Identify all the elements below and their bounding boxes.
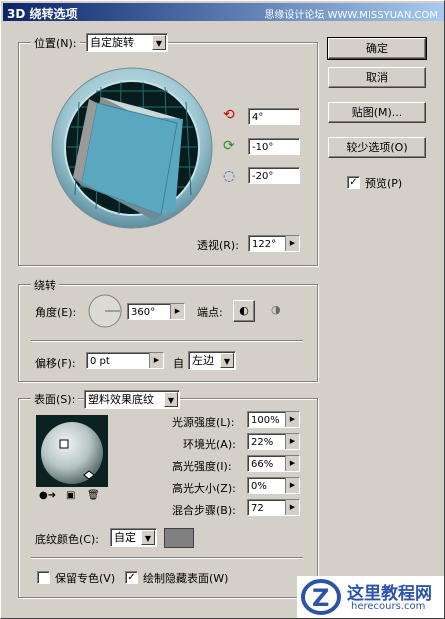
- dialog-window: 3D 绕转选项 思缘设计论坛 WWW.MISSYUAN.COM 位置(N): 自…: [0, 0, 445, 619]
- spin-arrow-icon[interactable]: ▶: [285, 456, 299, 471]
- spin-arrow-icon[interactable]: ▶: [285, 434, 299, 449]
- highlight-size-field[interactable]: 0% ▶: [247, 477, 300, 494]
- blend-steps-label: 混合步骤(B):: [172, 504, 236, 517]
- ambient-field[interactable]: 22% ▶: [247, 433, 300, 450]
- title-bar: 3D 绕转选项 思缘设计论坛 WWW.MISSYUAN.COM: [3, 3, 444, 21]
- blend-steps-field[interactable]: 72 ▶: [247, 499, 300, 516]
- perspective-field[interactable]: 122° ▶: [248, 235, 300, 252]
- spin-arrow-icon[interactable]: ▶: [285, 478, 299, 493]
- highlight-intensity-field[interactable]: 66% ▶: [247, 455, 300, 472]
- chevron-down-icon[interactable]: ▼: [164, 392, 178, 407]
- from-label: 自: [173, 357, 184, 370]
- preserve-spot-label: 保留专色(V): [55, 572, 116, 585]
- separator: [31, 557, 303, 559]
- angle-label: 角度(E):: [35, 306, 77, 319]
- surface-select[interactable]: 塑料效果底纹 ▼: [84, 390, 180, 409]
- angle-dial[interactable]: [87, 293, 123, 329]
- logo-z-icon: Z: [301, 579, 341, 615]
- highlight-size-label: 高光大小(Z):: [172, 482, 236, 495]
- surface-label: 表面(S):: [31, 391, 79, 407]
- chevron-down-icon[interactable]: ▼: [152, 35, 166, 50]
- dialog-title: 3D 绕转选项: [7, 7, 78, 21]
- cap-off-icon[interactable]: ◑: [271, 303, 281, 316]
- site-logo: Z 这里教程网 herecours.com: [297, 576, 444, 618]
- perspective-label: 透视(R):: [197, 239, 239, 252]
- spin-arrow-icon[interactable]: ▶: [285, 412, 299, 427]
- light-intensity-label: 光源强度(L):: [172, 416, 235, 429]
- spin-arrow-icon[interactable]: ▶: [285, 500, 299, 515]
- x-axis-icon: ⟲: [223, 107, 235, 123]
- separator: [31, 340, 303, 342]
- svg-text:Z: Z: [312, 584, 329, 612]
- move-light-icon[interactable]: ●➜: [39, 490, 56, 501]
- watermark-text: 思缘设计论坛 WWW.MISSYUAN.COM: [264, 10, 438, 21]
- trash-icon[interactable]: 🗑: [87, 490, 100, 501]
- spin-arrow-icon[interactable]: ▶: [149, 353, 163, 368]
- chevron-down-icon[interactable]: ▼: [220, 353, 234, 368]
- preview-checkbox[interactable]: ✓: [347, 176, 360, 189]
- revolve-group-label: 绕转: [31, 277, 59, 293]
- shade-color-select[interactable]: 自定 ▼: [110, 528, 157, 547]
- rotation-x-field[interactable]: 4°: [248, 108, 300, 125]
- draw-hidden-checkbox[interactable]: ✓: [125, 571, 138, 584]
- fewer-options-button[interactable]: 较少选项(O): [328, 137, 426, 158]
- angle-field[interactable]: 360° ▶: [127, 303, 185, 320]
- rotation-z-field[interactable]: -20°: [248, 167, 300, 184]
- logo-url: herecours.com: [351, 601, 426, 612]
- cap-on-button[interactable]: ◐: [233, 300, 255, 322]
- chevron-down-icon[interactable]: ▼: [141, 530, 155, 545]
- ambient-label: 环境光(A):: [183, 438, 236, 451]
- shade-color-swatch[interactable]: [164, 528, 194, 548]
- map-button[interactable]: 贴图(M)...: [328, 102, 426, 123]
- z-axis-icon: ◌: [223, 168, 236, 184]
- ok-button[interactable]: 确定: [327, 37, 427, 60]
- shade-color-label: 底纹颜色(C):: [35, 533, 99, 546]
- rotation-y-field[interactable]: -10°: [248, 138, 300, 155]
- light-intensity-field[interactable]: 100% ▶: [247, 411, 300, 428]
- offset-field[interactable]: 0 pt ▶: [86, 352, 164, 369]
- highlight-intensity-label: 高光强度(I):: [172, 460, 232, 473]
- light-source-icon[interactable]: [59, 439, 69, 449]
- spin-arrow-icon[interactable]: ▶: [170, 304, 184, 319]
- preserve-spot-checkbox[interactable]: [37, 571, 50, 584]
- from-select[interactable]: 左边 ▼: [188, 351, 236, 370]
- cap-label: 端点:: [197, 306, 223, 319]
- new-light-icon[interactable]: ▣: [66, 490, 75, 501]
- lighting-sphere[interactable]: [36, 415, 108, 487]
- position-select[interactable]: 自定旋转 ▼: [86, 33, 168, 52]
- position-select-value: 自定旋转: [90, 36, 134, 49]
- position-label: 位置(N):: [31, 35, 80, 51]
- draw-hidden-label: 绘制隐藏表面(W): [143, 572, 229, 585]
- cancel-button[interactable]: 取消: [328, 67, 426, 88]
- y-axis-icon: ⟳: [223, 138, 235, 154]
- offset-label: 偏移(F):: [35, 357, 76, 370]
- spin-arrow-icon[interactable]: ▶: [285, 236, 299, 251]
- rotation-trackball[interactable]: [51, 67, 213, 229]
- preview-label: 预览(P): [365, 177, 403, 190]
